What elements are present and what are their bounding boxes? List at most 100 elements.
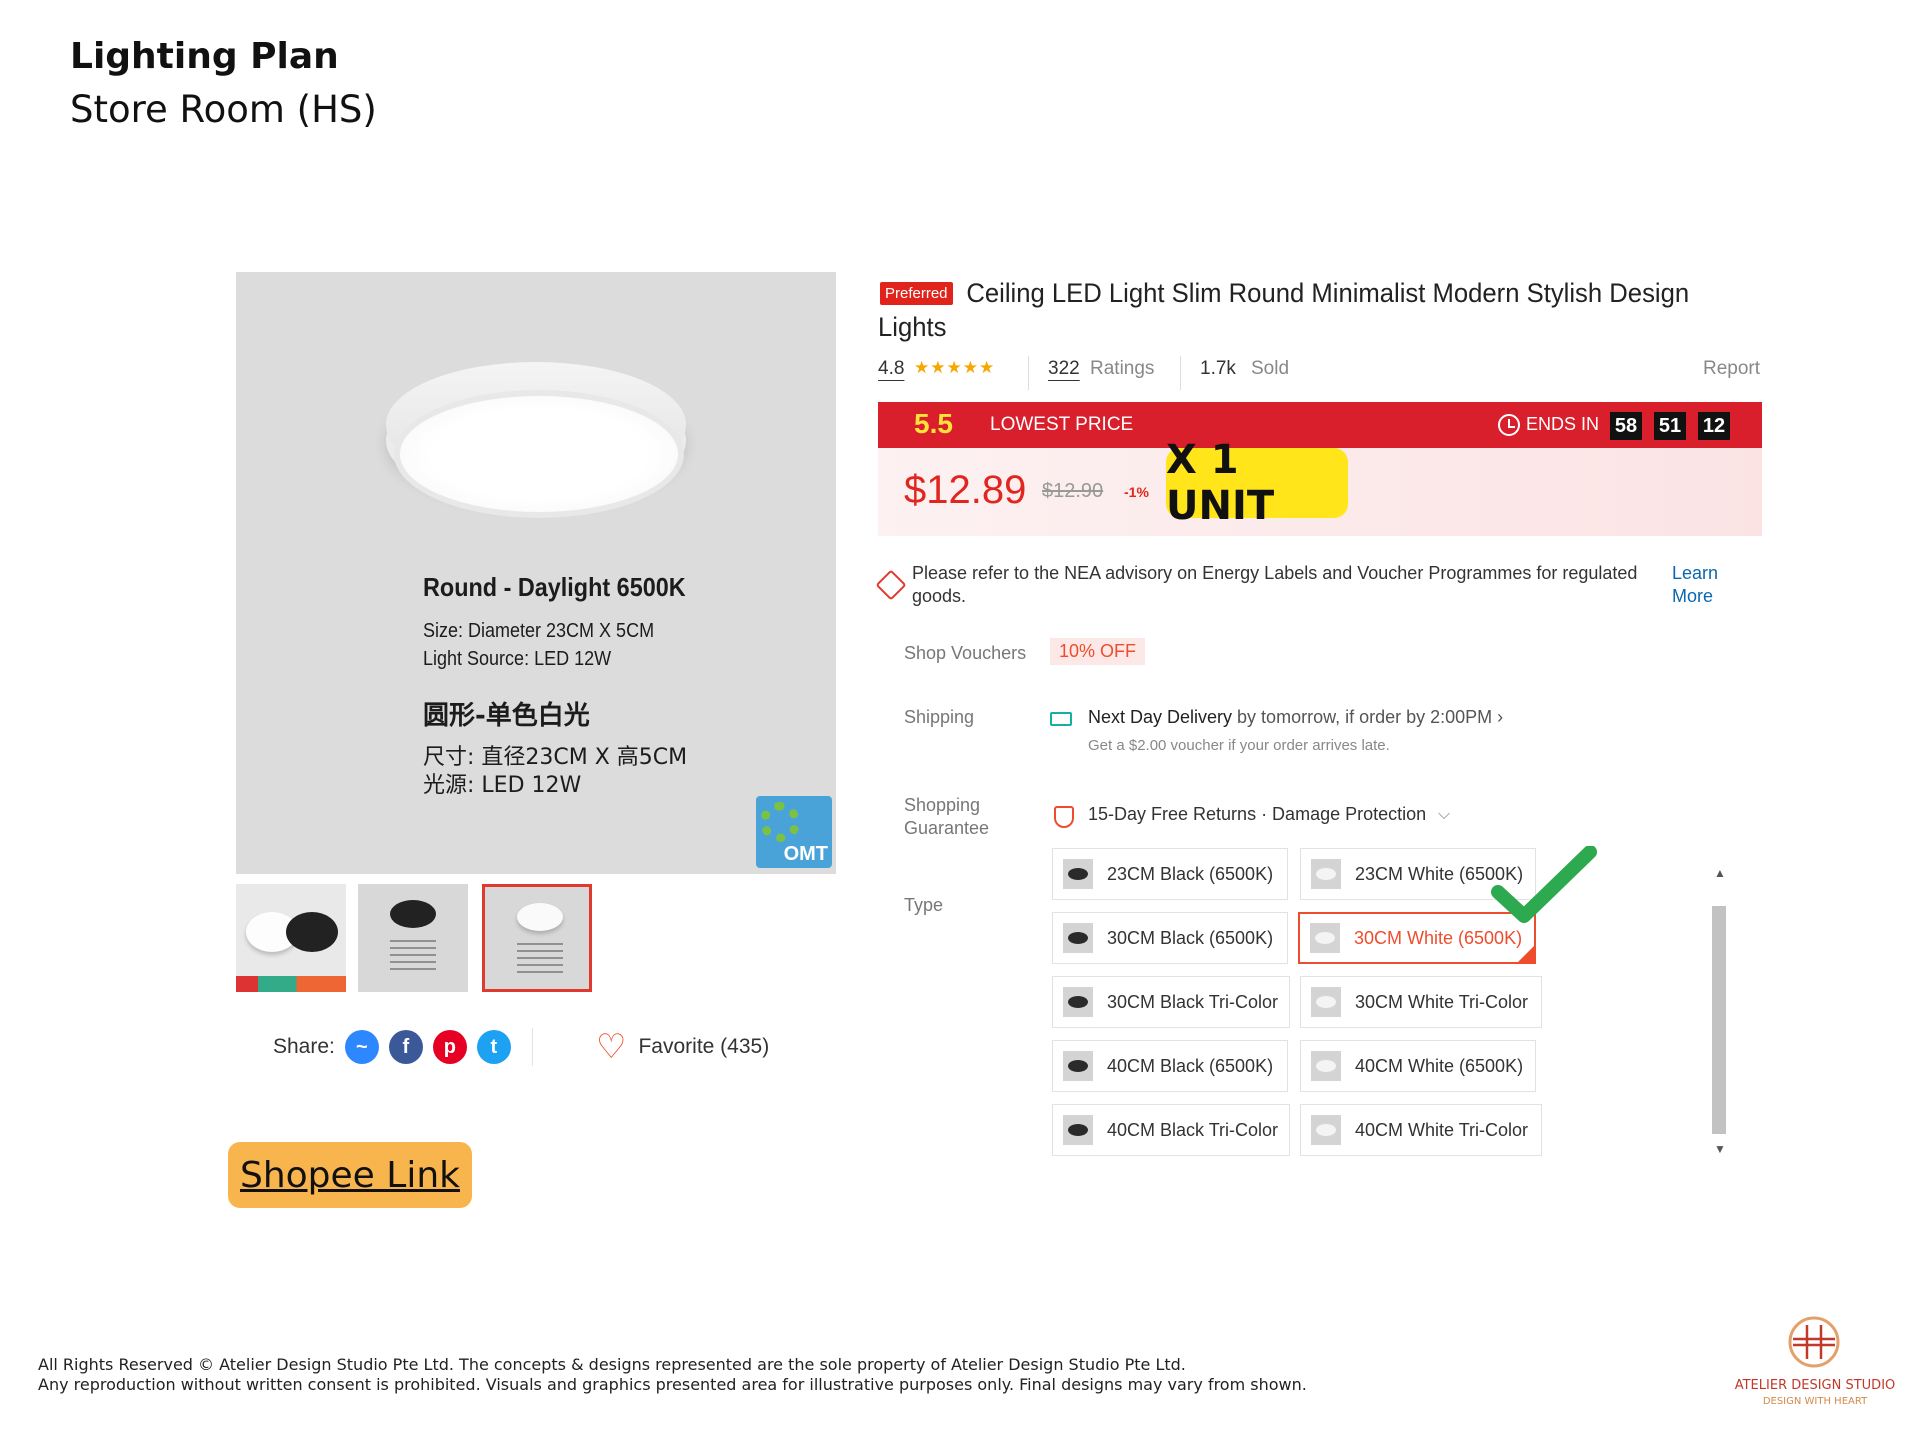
footer-line-2: Any reproduction without written consent… [38,1375,1307,1394]
page-subtitle: Store Room (HS) [70,88,377,131]
lamp-thumbnail-icon [1063,987,1093,1017]
clock-icon [1498,414,1520,436]
shipping-guarantee-note: Get a $2.00 voucher if your order arrive… [1088,737,1390,754]
type-label: Type [904,895,944,915]
guarantee-text[interactable]: 15-Day Free Returns · Damage Protection [1088,804,1426,825]
shipping-deadline: by tomorrow, if order by 2:00PM › [1232,707,1504,727]
timer-hours: 58 [1610,412,1642,440]
favorite-label: Favorite (435) [638,1035,770,1058]
shopee-link-button[interactable]: Shopee Link [228,1142,472,1208]
original-price: $12.90 [1042,480,1104,502]
scroll-up-icon[interactable]: ▲ [1714,866,1726,880]
black-lamp-icon [390,900,436,928]
type-option-label: 23CM Black (6500K) [1107,863,1274,884]
product-thumbnail-3-selected[interactable] [482,884,592,992]
image-title: Round - Daylight 6500K [423,572,686,602]
image-cn-size-line: 尺寸: 直径23CM X 高5CM [423,745,688,770]
image-source-line: Light Source: LED 12W [423,648,612,670]
type-option-40cm-white-tri-color[interactable]: 40CM White Tri-Color [1300,1104,1542,1156]
gear-icon [760,802,800,842]
lamp-thumbnail-icon [1311,859,1341,889]
footer-line-1: All Rights Reserved © Atelier Design Stu… [38,1355,1186,1374]
guarantee-label-line1: Shopping [904,795,981,815]
product-thumbnail-1[interactable] [236,884,346,992]
type-scrollbar[interactable]: ▲ ▼ [1710,866,1728,1160]
sold-label: Sold [1251,358,1290,379]
flash-event-number: 5.5 [914,408,953,439]
shipping-info[interactable]: Next Day Delivery by tomorrow, if order … [1088,707,1503,728]
image-size-line: Size: Diameter 23CM X 5CM [423,620,655,642]
guarantee-label: Shopping Guarantee [904,794,989,840]
lamp-thumbnail-icon [1063,1115,1093,1145]
type-option-label: 30CM Black (6500K) [1107,927,1274,948]
type-option-30cm-white-tri-color[interactable]: 30CM White Tri-Color [1300,976,1542,1028]
type-option-30cm-black-6500k[interactable]: 30CM Black (6500K) [1052,912,1288,964]
scroll-down-icon[interactable]: ▼ [1714,1142,1726,1156]
promo-band [236,976,346,992]
shipping-label: Shipping [904,707,975,727]
type-option-40cm-black-tri-color[interactable]: 40CM Black Tri-Color [1052,1104,1290,1156]
black-lamp-icon [286,912,338,952]
current-price: $12.89 [904,468,1027,512]
pinterest-icon[interactable]: p [432,1030,467,1064]
type-option-label: 40CM White (6500K) [1355,1055,1524,1076]
star-rating-icon: ★★★★★ [914,358,996,377]
lamp-thumbnail-icon [1311,987,1341,1017]
type-option-40cm-white-6500k[interactable]: 40CM White (6500K) [1300,1040,1536,1092]
discount-badge: -1% [1124,484,1149,500]
copyright-footer: All Rights Reserved © Atelier Design Stu… [38,1355,1307,1395]
learn-more-link[interactable]: Learn More [1672,562,1732,608]
rating-score[interactable]: 4.8 [878,358,904,380]
preferred-badge: Preferred [880,282,953,305]
scrollbar-thumb[interactable] [1712,906,1726,1134]
checkmark-icon [1491,846,1597,923]
messenger-icon[interactable]: ~ [344,1030,379,1064]
timer-minutes: 51 [1654,412,1686,440]
lamp-thumbnail-icon [1311,1115,1341,1145]
sold-count: 1.7k [1200,358,1236,379]
heart-icon: ♡ [596,1028,627,1066]
type-option-label: 40CM Black Tri-Color [1107,1119,1279,1140]
flash-label: LOWEST PRICE [990,414,1134,435]
report-link[interactable]: Report [1703,358,1760,380]
type-option-label: 30CM White (6500K) [1354,927,1523,948]
nea-advisory-text: Please refer to the NEA advisory on Ener… [912,563,1638,606]
studio-name: ATELIER DESIGN STUDIO [1734,1378,1896,1393]
studio-tagline: DESIGN WITH HEART [1762,1396,1868,1407]
shop-vouchers-label: Shop Vouchers [904,643,1027,663]
type-option-30cm-black-tri-color[interactable]: 30CM Black Tri-Color [1052,976,1290,1028]
voucher-chip[interactable]: 10% OFF [1050,638,1146,665]
white-lamp-icon [517,903,563,931]
truck-icon [1050,712,1072,726]
type-option-label: 30CM White Tri-Color [1355,991,1529,1012]
chevron-down-icon[interactable]: ⌵ [1438,806,1450,824]
thumbnail-text-lines [390,940,436,974]
product-image-caption: Round - Daylight 6500K Size: Diameter 23… [423,572,715,800]
rating-row: 4.8 ★★★★★ 322 Ratings 1.7k Sold Report [878,356,1760,390]
ratings-count[interactable]: 322 [1048,358,1080,380]
product-main-image[interactable]: Round - Daylight 6500K Size: Diameter 23… [236,272,836,874]
lamp-thumbnail-icon [1310,923,1340,953]
lamp-thumbnail-icon [1063,1051,1093,1081]
image-cn-source-line: 光源: LED 12W [423,773,582,798]
selected-corner-icon [1518,946,1534,962]
favorite-button[interactable]: ♡ Favorite (435) [596,1030,769,1064]
facebook-icon[interactable]: f [388,1030,423,1064]
divider [1180,356,1181,390]
type-option-23cm-black-6500k[interactable]: 23CM Black (6500K) [1052,848,1288,900]
shipping-method: Next Day Delivery [1088,707,1233,727]
lamp-thumbnail-icon [1063,923,1093,953]
twitter-icon[interactable]: t [476,1030,511,1064]
ends-in-label: ENDS IN [1526,414,1600,434]
guarantee-label-line2: Guarantee [904,818,990,838]
type-option-40cm-black-6500k[interactable]: 40CM Black (6500K) [1052,1040,1288,1092]
divider [1028,356,1029,390]
watermark-text: OMT [783,843,828,865]
divider [532,1028,533,1066]
ratings-label: Ratings [1090,358,1155,379]
quantity-annotation: X 1 UNIT [1166,437,1348,529]
studio-logo-icon [1788,1316,1840,1368]
image-cn-title: 圆形-单色白光 [423,701,590,731]
ceiling-lamp-face [394,390,684,518]
product-thumbnail-2[interactable] [358,884,468,992]
